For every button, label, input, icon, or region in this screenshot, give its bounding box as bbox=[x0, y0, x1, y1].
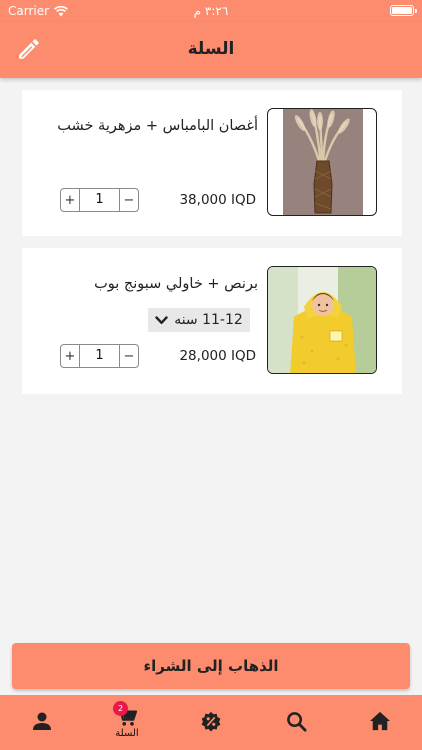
profile-icon bbox=[33, 712, 51, 730]
cart-count-badge: 2 bbox=[113, 701, 128, 716]
product-price: 38,000 IQD bbox=[179, 192, 256, 208]
cart-item: برنص + خاولي سبونج بوب 11-12 سنه 28,000 … bbox=[22, 248, 402, 394]
tab-label: السلة bbox=[115, 728, 139, 739]
increase-quantity-button[interactable]: + bbox=[61, 345, 80, 367]
decrease-quantity-button[interactable]: − bbox=[119, 345, 138, 367]
product-name: برنص + خاولي سبونج بوب bbox=[94, 276, 258, 292]
quantity-stepper: + 1 − bbox=[60, 344, 139, 368]
page-title: السلة bbox=[187, 39, 235, 59]
battery-icon bbox=[390, 5, 417, 16]
bathrobe-image bbox=[268, 267, 376, 373]
tab-profile[interactable] bbox=[0, 695, 84, 750]
tab-offers[interactable] bbox=[169, 695, 253, 750]
chevron-down-icon bbox=[155, 315, 168, 324]
product-image[interactable] bbox=[267, 266, 377, 374]
product-name: أغصان البامباس + مزهرية خشب bbox=[57, 118, 258, 134]
decrease-quantity-button[interactable]: − bbox=[119, 189, 138, 211]
increase-quantity-button[interactable]: + bbox=[61, 189, 80, 211]
quantity-value: 1 bbox=[95, 192, 104, 207]
tab-bar: 2 السلة bbox=[0, 695, 422, 750]
quantity-value: 1 bbox=[95, 348, 104, 363]
vase-image bbox=[283, 109, 363, 215]
tab-home[interactable] bbox=[338, 695, 422, 750]
tab-search[interactable] bbox=[254, 695, 338, 750]
size-dropdown[interactable]: 11-12 سنه bbox=[148, 308, 250, 332]
product-price: 28,000 IQD bbox=[179, 348, 256, 364]
status-bar: Carrier ٣:٢٦ م bbox=[0, 0, 422, 22]
nav-bar: السلة bbox=[0, 22, 422, 78]
cart-item: أغصان البامباس + مزهرية خشب 38,000 IQD +… bbox=[22, 90, 402, 236]
tab-cart[interactable]: 2 السلة bbox=[85, 695, 169, 750]
quantity-stepper: + 1 − bbox=[60, 188, 139, 212]
status-time: ٣:٢٦ م bbox=[193, 4, 229, 18]
home-icon bbox=[370, 711, 390, 731]
discount-badge-icon bbox=[201, 711, 221, 732]
product-image[interactable] bbox=[267, 108, 377, 216]
size-value: 11-12 سنه bbox=[174, 312, 243, 328]
search-icon bbox=[286, 712, 307, 732]
checkout-button[interactable]: الذهاب إلى الشراء bbox=[12, 643, 410, 689]
